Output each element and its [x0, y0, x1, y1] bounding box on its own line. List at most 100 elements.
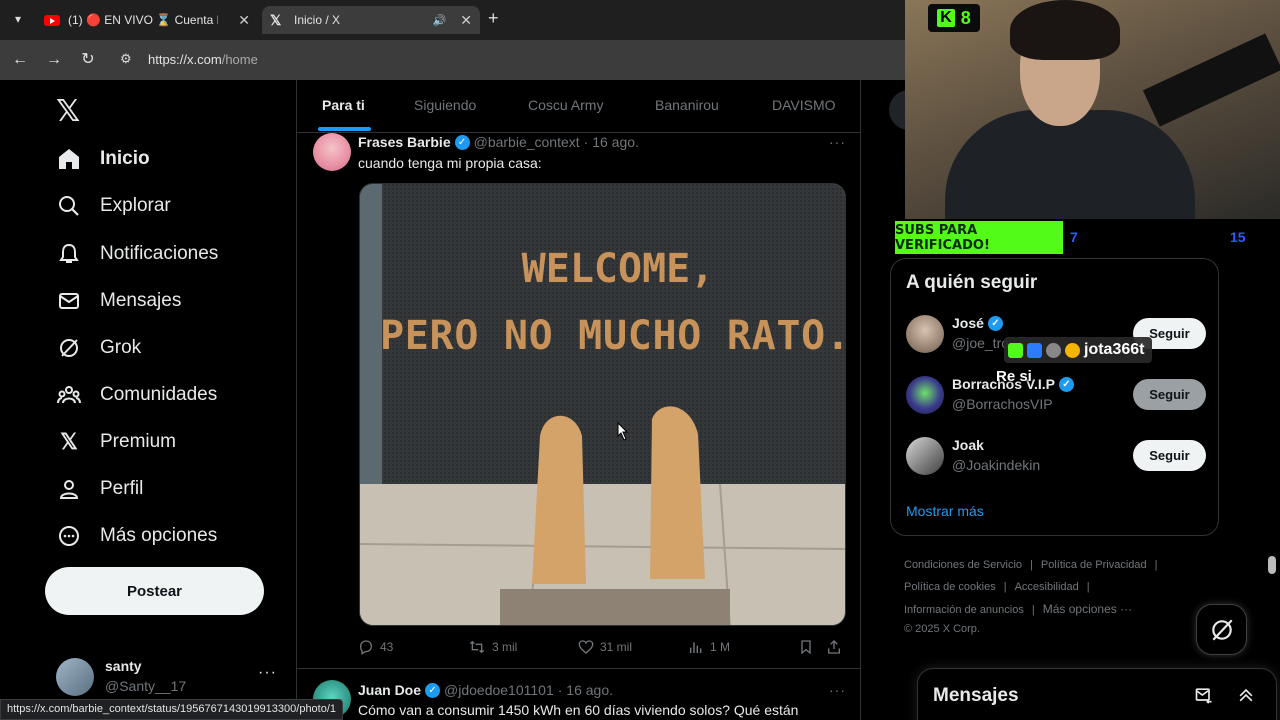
moderator-badge-icon	[1046, 342, 1061, 358]
tab-para-ti[interactable]: Para ti	[322, 97, 365, 113]
tweet-author-handle[interactable]: @barbie_context	[474, 134, 580, 150]
site-settings-icon[interactable]: ⚙	[120, 51, 132, 67]
mouse-cursor-icon	[617, 422, 629, 441]
new-tab-icon[interactable]: +	[488, 8, 499, 29]
doormat-line-2: PERO NO MUCHO RATO.	[380, 313, 846, 359]
tweet-photo[interactable]: WELCOME, PERO NO MUCHO RATO.	[359, 183, 846, 626]
main-feed: Para ti Siguiendo Coscu Army Bananirou D…	[296, 80, 861, 720]
footer-link[interactable]: Accesibilidad	[1015, 581, 1079, 593]
follow-button[interactable]: Seguir	[1133, 440, 1206, 471]
sidebar-item-label: Grok	[100, 337, 142, 358]
suggestion-row[interactable]: Borrachos V.I.P ✓ @BorrachosVIP Seguir	[906, 374, 1206, 418]
close-tab-icon[interactable]: ✕	[238, 12, 250, 29]
more-icon[interactable]: ···	[829, 682, 846, 698]
reply-icon	[359, 640, 373, 655]
like-button[interactable]: 31 mil	[578, 639, 632, 655]
more-icon[interactable]: ···	[829, 134, 846, 150]
tweet-author-name[interactable]: Frases Barbie	[358, 134, 451, 150]
messages-drawer-actions	[1194, 685, 1256, 705]
streamer-body	[945, 110, 1195, 219]
bookmark-button[interactable]	[798, 639, 820, 655]
tab-search-chevron-icon[interactable]: ▾	[8, 9, 28, 29]
tweet-time[interactable]: · 16 ago.	[584, 134, 639, 150]
reload-icon[interactable]: ↻	[78, 50, 98, 70]
views-button[interactable]: 1 M	[688, 639, 730, 655]
tweet-author-name[interactable]: Juan Doe	[358, 682, 421, 698]
grok-icon	[1211, 619, 1233, 640]
suggestion-handle: @Joakindekin	[952, 457, 1041, 473]
kick-badge-number: 8	[960, 7, 971, 28]
show-more-link[interactable]: Mostrar más	[906, 503, 984, 519]
footer-separator: |	[1003, 581, 1007, 593]
suggestion-row[interactable]: Joak @Joakindekin Seguir	[906, 435, 1206, 479]
status-bar-url: https://x.com/barbie_context/status/1956…	[0, 699, 344, 720]
sidebar-item-label: Explorar	[100, 195, 171, 216]
avatar[interactable]	[313, 133, 351, 171]
home-icon	[56, 146, 82, 172]
footer-link[interactable]: Política de Privacidad	[1041, 559, 1147, 571]
more-icon[interactable]: ···	[258, 664, 277, 682]
kick-badge-icon	[1008, 342, 1023, 358]
sidebar-item-comunidades[interactable]: Comunidades	[56, 380, 217, 410]
tweet-header: Frases Barbie ✓ @barbie_context · 16 ago…	[358, 134, 639, 150]
retweet-button[interactable]: 3 mil	[468, 639, 517, 655]
forward-icon[interactable]: →	[44, 50, 64, 70]
tab-bananirou[interactable]: Bananirou	[655, 97, 719, 113]
sidebar-item-premium[interactable]: 𝕏 Premium	[56, 427, 176, 457]
tweet[interactable]: Juan Doe ✓ @jdoedoe101101 · 16 ago. ··· …	[297, 680, 860, 720]
doormat-line-1: WELCOME,	[522, 246, 715, 292]
grok-button[interactable]	[1196, 604, 1247, 655]
sidebar-item-explorar[interactable]: Explorar	[56, 191, 171, 221]
browser-tab-x[interactable]: 𝕏 Inicio / X 🔊 ✕	[262, 6, 480, 34]
youtube-icon	[44, 14, 60, 26]
suggestion-name: José ✓	[952, 315, 1007, 331]
messages-drawer-title: Mensajes	[933, 685, 1019, 706]
follow-button[interactable]: Seguir	[1133, 379, 1206, 410]
footer-link[interactable]: Información de anuncios	[904, 604, 1024, 616]
post-button[interactable]: Postear	[45, 567, 264, 615]
view-count: 1 M	[710, 640, 731, 654]
chevron-up-icon[interactable]	[1236, 685, 1256, 705]
share-icon	[828, 640, 840, 654]
tab-siguiendo[interactable]: Siguiendo	[414, 97, 476, 113]
x-logo-icon[interactable]: 𝕏	[56, 94, 80, 129]
suggestion-handle: @joe_tro	[952, 335, 1010, 351]
avatar[interactable]	[906, 315, 944, 353]
suggestion-name: Joak	[952, 437, 984, 453]
messages-drawer[interactable]: Mensajes	[917, 668, 1277, 720]
footer-separator: |	[1154, 559, 1158, 571]
close-tab-icon[interactable]: ✕	[460, 12, 472, 29]
sidebar-item-mas-opciones[interactable]: Más opciones	[56, 521, 217, 551]
chat-username: jota366t	[1084, 341, 1145, 358]
share-button[interactable]	[826, 639, 848, 655]
tweet-header: Juan Doe ✓ @jdoedoe101101 · 16 ago.	[358, 682, 613, 698]
footer-more-link[interactable]: Más opciones ···	[1043, 602, 1132, 616]
sidebar-item-notificaciones[interactable]: Notificaciones	[56, 239, 218, 269]
account-switcher[interactable]: santy @Santy__17 ···	[56, 656, 281, 700]
footer-links: Condiciones de Servicio | Política de Priv…	[904, 554, 1204, 637]
footer-link[interactable]: Condiciones de Servicio	[904, 559, 1022, 571]
browser-tab-youtube[interactable]: (1) 🔴 EN VIVO ⌛ Cuenta Reg ✕	[36, 6, 258, 34]
new-message-icon[interactable]	[1194, 685, 1214, 705]
sidebar-item-inicio[interactable]: Inicio	[56, 144, 150, 174]
reply-button[interactable]: 43	[358, 639, 393, 655]
avatar[interactable]	[906, 376, 944, 414]
avatar[interactable]	[906, 437, 944, 475]
mail-icon	[56, 288, 82, 314]
retweet-count: 3 mil	[492, 640, 518, 654]
sidebar-item-grok[interactable]: Grok	[56, 333, 141, 363]
back-icon[interactable]: ←	[10, 50, 30, 70]
url-host: https://x.com	[148, 52, 222, 67]
tweet-author-handle[interactable]: @jdoedoe101101	[444, 682, 554, 698]
footer-link[interactable]: Política de cookies	[904, 581, 996, 593]
account-name: santy	[105, 658, 142, 674]
url-field[interactable]: https://x.com/home	[148, 52, 258, 67]
scrollbar-thumb[interactable]	[1268, 556, 1276, 574]
sidebar-item-perfil[interactable]: Perfil	[56, 474, 143, 504]
tab-coscu-army[interactable]: Coscu Army	[528, 97, 603, 113]
tab-davismo[interactable]: DAVISMO	[772, 97, 836, 113]
tweet[interactable]: Frases Barbie ✓ @barbie_context · 16 ago…	[297, 133, 860, 720]
sidebar-item-mensajes[interactable]: Mensajes	[56, 286, 181, 316]
speaker-icon[interactable]: 🔊	[433, 14, 447, 27]
tweet-time[interactable]: · 16 ago.	[558, 682, 613, 698]
